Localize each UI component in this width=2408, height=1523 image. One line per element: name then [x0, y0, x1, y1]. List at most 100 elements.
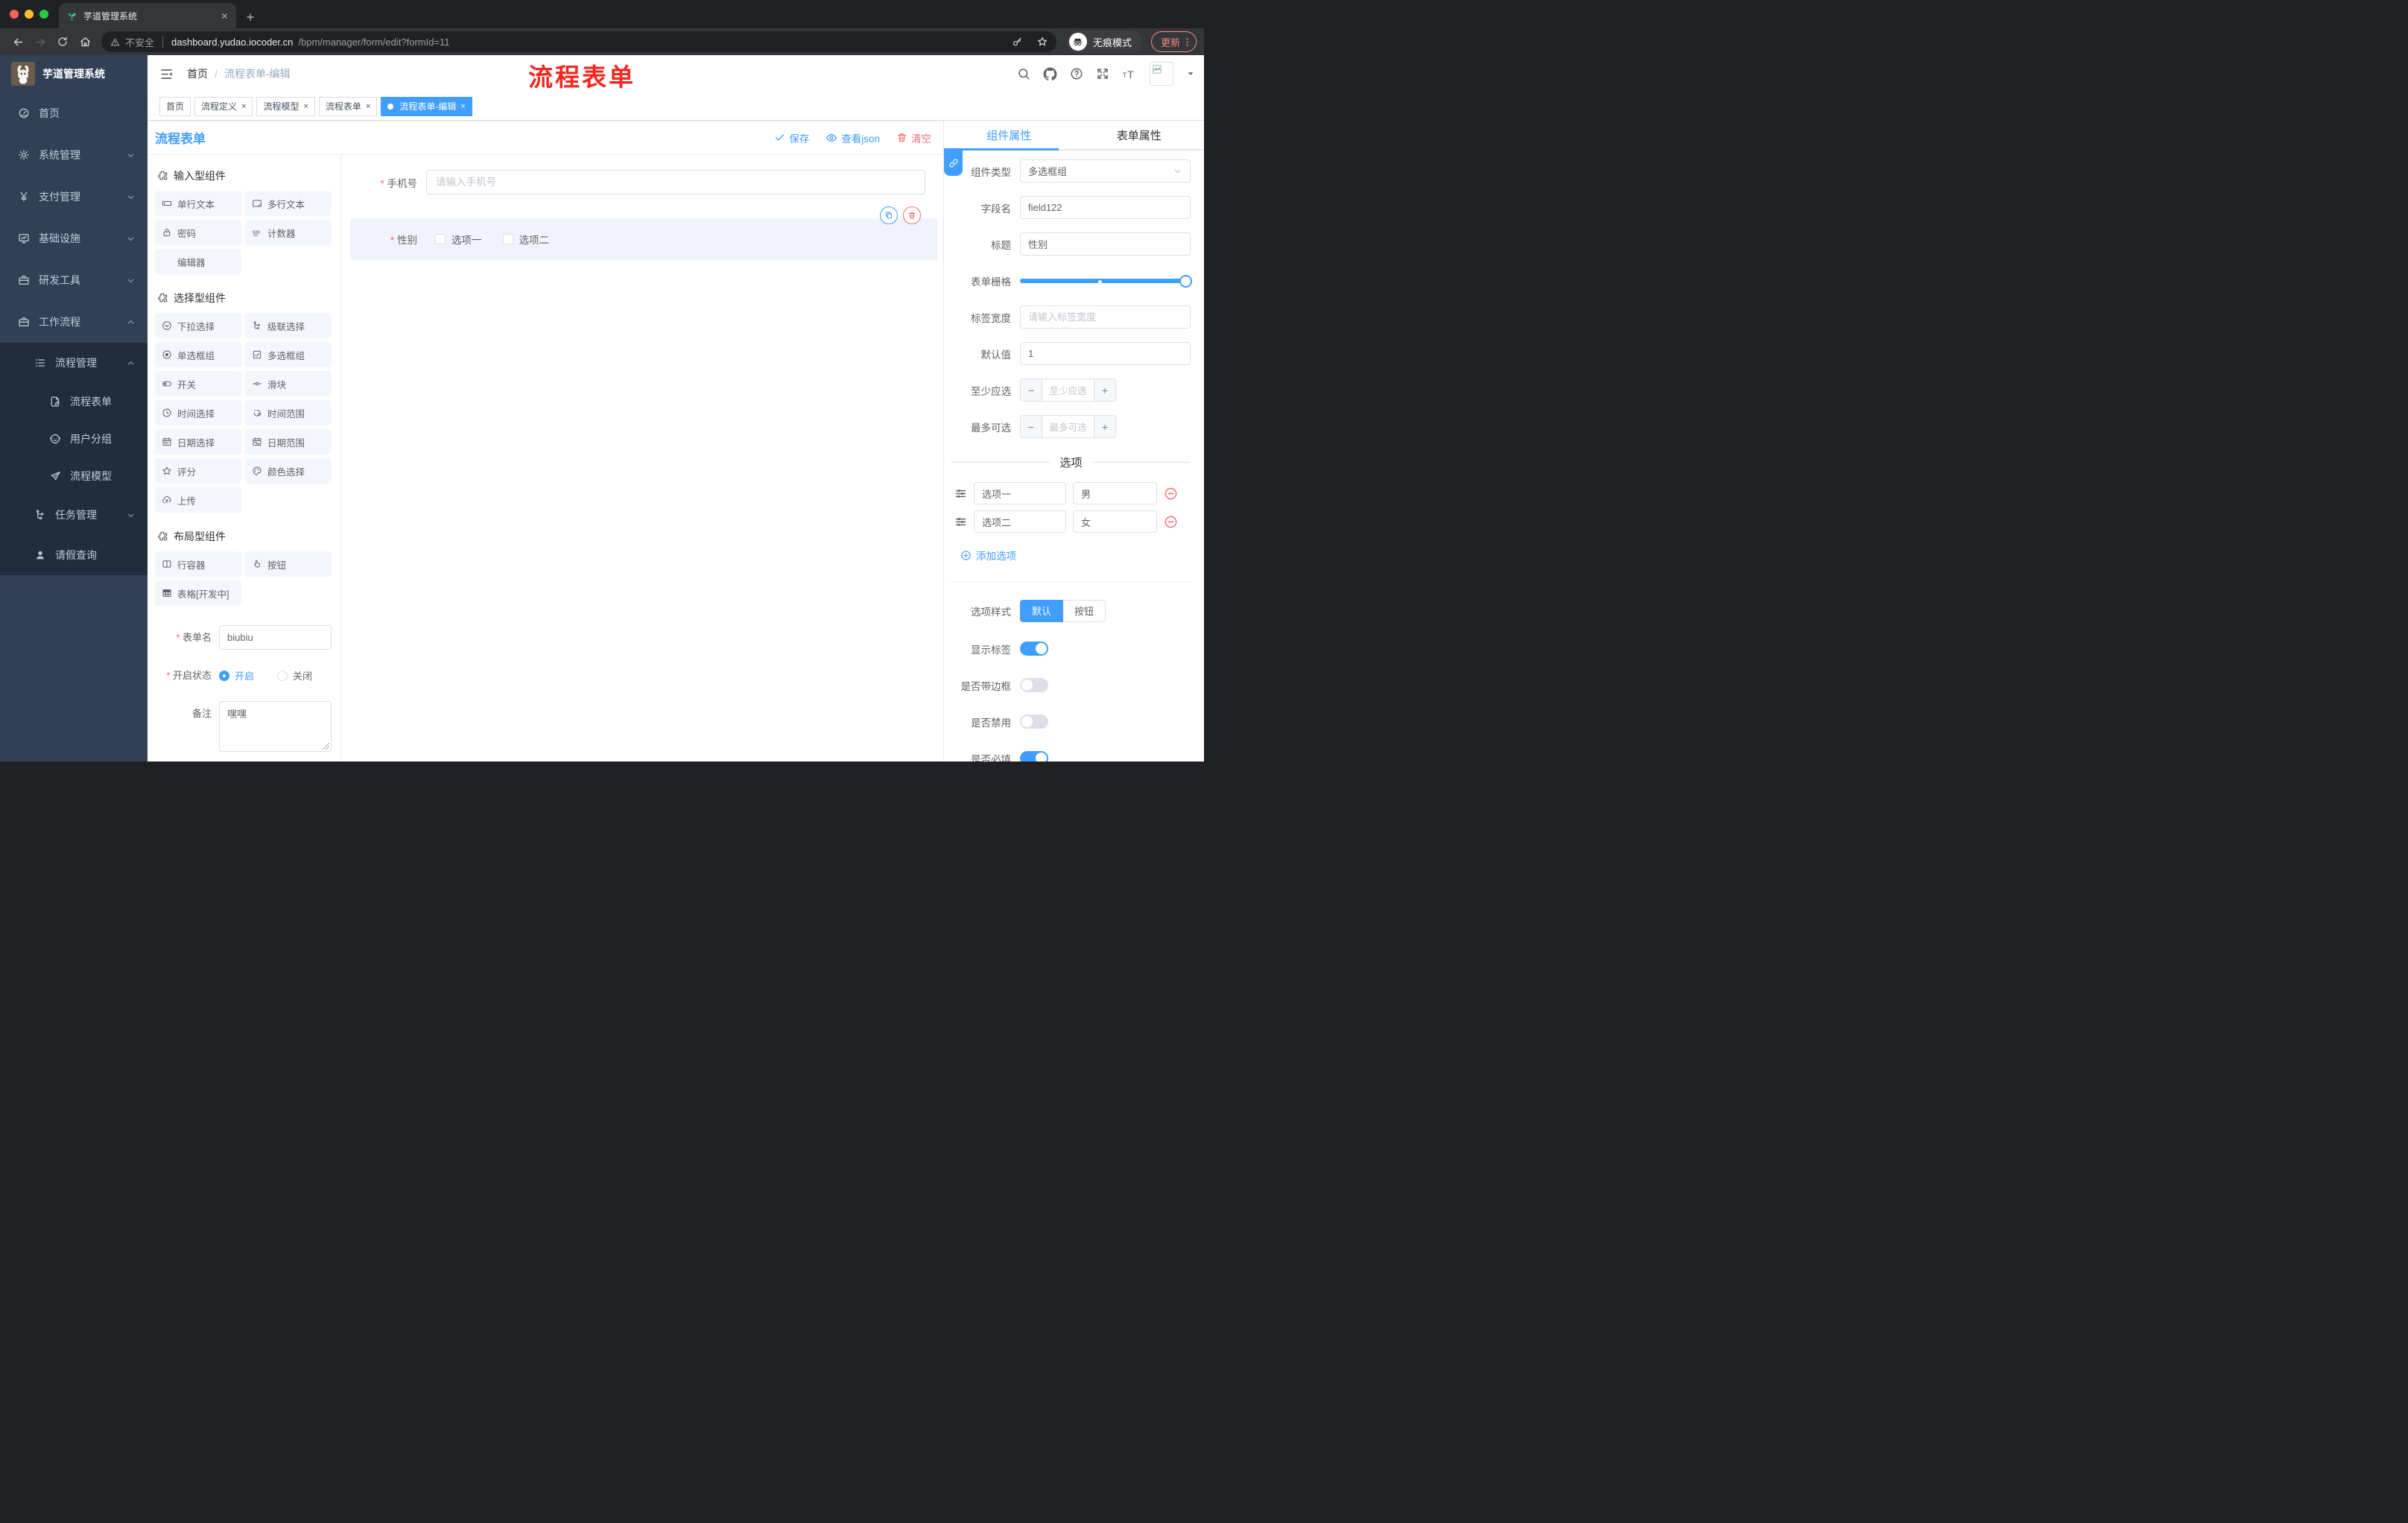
gender-option-选项一[interactable]: 选项一 [435, 232, 482, 247]
library-item-editor[interactable]: 编辑器 [155, 249, 241, 274]
sidebar-item-system-mgmt[interactable]: 系统管理 [0, 134, 148, 176]
library-item-button[interactable]: 按钮 [245, 551, 332, 577]
tag-流程表单[interactable]: 流程表单 × [318, 96, 378, 116]
tag-close-icon[interactable]: × [366, 102, 370, 111]
library-item-multi-line-text[interactable]: 多行文本 [245, 191, 332, 216]
sidebar-item-infrastructure[interactable]: 基础设施 [0, 218, 148, 259]
stepper-decrease-button[interactable]: − [1021, 416, 1042, 437]
tab-component-props[interactable]: 组件属性 [944, 121, 1074, 149]
chevron-down-icon[interactable] [1186, 69, 1195, 78]
style-button-button[interactable]: 按钮 [1063, 599, 1106, 622]
library-item-select[interactable]: 下拉选择 [155, 313, 241, 338]
tag-流程模型[interactable]: 流程模型 × [256, 96, 315, 116]
remove-option-icon[interactable] [1164, 487, 1178, 501]
gender-option-选项二[interactable]: 选项二 [502, 232, 549, 247]
required-toggle[interactable] [1020, 751, 1048, 762]
default-value-input[interactable] [1020, 342, 1191, 365]
key-icon[interactable] [1008, 32, 1027, 51]
sidebar-item-home[interactable]: 首页 [0, 92, 148, 134]
disabled-toggle[interactable] [1020, 715, 1048, 729]
library-item-table-dev[interactable]: 表格[开发中] [155, 580, 241, 606]
sidebar-item-task-mgmt[interactable]: 任务管理 [0, 495, 148, 535]
clear-button[interactable]: 清空 [896, 130, 931, 145]
github-icon[interactable] [1043, 67, 1057, 81]
new-tab-button[interactable] [245, 12, 256, 22]
browser-tab[interactable]: 芋道管理系统 [59, 3, 236, 28]
remove-option-icon[interactable] [1164, 515, 1178, 529]
add-option-button[interactable]: 添加选项 [960, 548, 1016, 563]
sidebar-item-dev-tools[interactable]: 研发工具 [0, 259, 148, 301]
textarea-resize-handle[interactable] [323, 743, 329, 750]
status-on-radio[interactable] [219, 670, 229, 681]
tag-流程表单-编辑[interactable]: 流程表单-编辑 × [381, 96, 472, 116]
tag-close-icon[interactable]: × [460, 102, 465, 111]
component-type-select[interactable]: 多选框组 [1020, 159, 1191, 183]
library-item-date-picker[interactable]: 日期选择 [155, 429, 241, 455]
library-item-switch[interactable]: 开关 [155, 371, 241, 396]
library-item-time-picker[interactable]: 时间选择 [155, 400, 241, 425]
canvas-field-phone[interactable]: 手机号 [350, 170, 937, 194]
library-item-cascader[interactable]: 级联选择 [245, 313, 332, 338]
back-icon[interactable] [7, 31, 28, 52]
form-canvas[interactable]: 手机号 性别 选项一 选项二 [341, 155, 943, 762]
library-item-single-line-text[interactable]: 单行文本 [155, 191, 241, 216]
address-bar[interactable]: 不安全 dashboard.yudao.iocoder.cn/bpm/manag… [101, 31, 1056, 52]
sidebar-collapse-icon[interactable] [159, 67, 174, 81]
library-item-checkbox-group[interactable]: 多选框组 [245, 342, 332, 367]
sidebar-item-process-form[interactable]: 流程表单 [0, 383, 148, 420]
tab-close-icon[interactable] [221, 12, 229, 20]
font-size-icon[interactable]: TT [1122, 66, 1137, 81]
library-item-radio-group[interactable]: 单选框组 [155, 342, 241, 367]
tag-close-icon[interactable]: × [241, 102, 246, 111]
sidebar-item-payment-mgmt[interactable]: 支付管理 [0, 176, 148, 218]
window-minimize-button[interactable] [25, 10, 34, 19]
stepper-increase-button[interactable]: + [1094, 379, 1115, 401]
library-item-time-range[interactable]: 时间范围 [245, 400, 332, 425]
option-value-input[interactable] [1073, 482, 1157, 504]
canvas-field-gender-selected[interactable]: 性别 选项一 选项二 [350, 206, 937, 260]
breadcrumb-home[interactable]: 首页 [187, 66, 208, 81]
avatar[interactable] [1150, 62, 1173, 86]
field-name-input[interactable] [1020, 196, 1191, 219]
tag-流程定义[interactable]: 流程定义 × [194, 96, 253, 116]
help-icon[interactable] [1070, 67, 1083, 80]
phone-field-input[interactable] [426, 170, 925, 194]
sidebar-item-workflow[interactable]: 工作流程 [0, 301, 148, 343]
tag-首页[interactable]: 首页 [159, 96, 191, 116]
stepper-increase-button[interactable]: + [1094, 416, 1115, 437]
update-button[interactable]: 更新 [1150, 31, 1197, 52]
library-item-date-range[interactable]: 日期范围 [245, 429, 332, 455]
status-off-radio[interactable] [277, 670, 288, 681]
sidebar-item-process-mgmt[interactable]: 流程管理 [0, 343, 148, 383]
status-off-label[interactable]: 关闭 [293, 668, 312, 683]
library-item-row-container[interactable]: 行容器 [155, 551, 241, 577]
checkbox[interactable] [435, 234, 446, 244]
drag-handle-icon[interactable] [954, 487, 967, 500]
search-icon[interactable] [1017, 67, 1030, 80]
library-item-upload[interactable]: 上传 [155, 487, 241, 513]
max-select-placeholder[interactable]: 最多可选 [1042, 416, 1094, 437]
remark-textarea[interactable]: 嘿嘿 [219, 701, 332, 752]
home-icon[interactable] [75, 31, 95, 52]
style-default-button[interactable]: 默认 [1020, 599, 1064, 622]
form-grid-slider[interactable] [1020, 269, 1192, 292]
reload-icon[interactable] [52, 31, 73, 52]
save-button[interactable]: 保存 [774, 130, 809, 145]
library-item-color-picker[interactable]: 颜色选择 [245, 458, 332, 484]
library-item-slider[interactable]: 滑块 [245, 371, 332, 396]
slider-handle[interactable] [1179, 274, 1192, 288]
delete-component-button[interactable] [903, 206, 921, 224]
with-border-toggle[interactable] [1020, 678, 1048, 692]
library-item-counter[interactable]: 123 计数器 [245, 220, 332, 245]
library-item-rate[interactable]: 评分 [155, 458, 241, 484]
fullscreen-icon[interactable] [1096, 67, 1109, 80]
show-label-toggle[interactable] [1020, 642, 1048, 656]
status-on-label[interactable]: 开启 [235, 668, 254, 683]
bookmark-star-icon[interactable] [1033, 32, 1052, 51]
title-input[interactable] [1020, 232, 1191, 256]
forward-icon[interactable] [30, 31, 51, 52]
tab-form-props[interactable]: 表单属性 [1074, 121, 1205, 149]
min-select-placeholder[interactable]: 至少应选 [1042, 379, 1094, 401]
tag-close-icon[interactable]: × [303, 102, 308, 111]
form-name-input[interactable] [219, 625, 332, 650]
